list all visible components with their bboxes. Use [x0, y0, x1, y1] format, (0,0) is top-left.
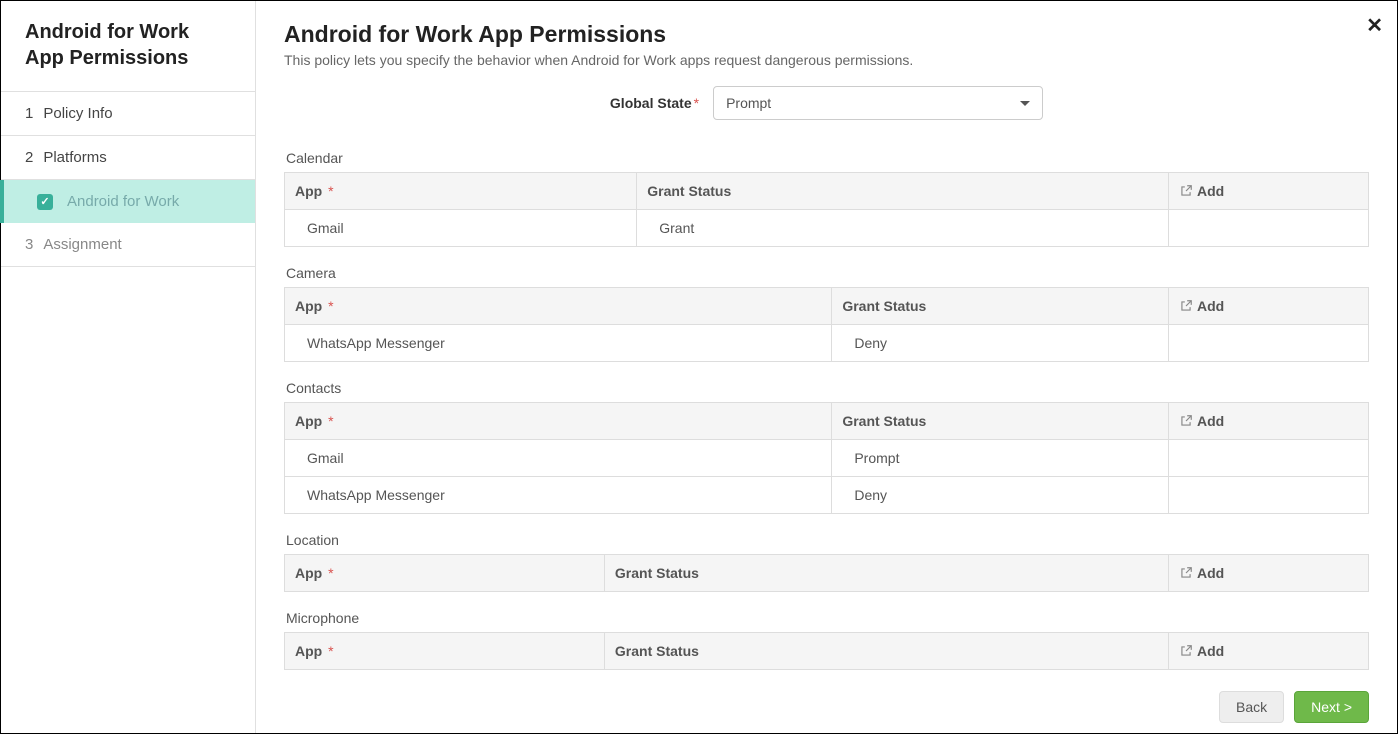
- back-button[interactable]: Back: [1219, 691, 1284, 723]
- column-header-grant-status: Grant Status: [604, 555, 1168, 592]
- column-header-grant-status: Grant Status: [604, 633, 1168, 670]
- check-icon: ✓: [37, 194, 53, 210]
- add-label: Add: [1197, 298, 1224, 314]
- column-header-app-text: App: [295, 298, 322, 314]
- cell-app: WhatsApp Messenger: [285, 477, 832, 514]
- required-asterisk: *: [328, 298, 333, 314]
- add-icon: [1179, 184, 1193, 198]
- sidebar-subitem-label: Android for Work: [67, 193, 179, 210]
- cell-app: WhatsApp Messenger: [285, 325, 832, 362]
- add-button[interactable]: Add: [1169, 633, 1369, 670]
- cell-action: [1169, 325, 1369, 362]
- column-header-app-text: App: [295, 183, 322, 199]
- column-header-app: App *: [285, 555, 605, 592]
- table-row[interactable]: GmailGrant: [285, 210, 1369, 247]
- page-title: Android for Work App Permissions: [284, 21, 1369, 48]
- sidebar-item-num: 1: [25, 105, 33, 122]
- global-state-label: Global State*: [610, 95, 699, 111]
- sidebar-item-policy-info[interactable]: 1 Policy Info: [1, 92, 255, 136]
- cell-grant-status: Deny: [832, 325, 1169, 362]
- cell-action: [1169, 477, 1369, 514]
- section-title: Microphone: [286, 610, 1369, 626]
- add-icon: [1179, 299, 1193, 313]
- sidebar-subitem-android-for-work[interactable]: ✓ Android for Work: [1, 180, 255, 223]
- required-asterisk: *: [328, 183, 333, 199]
- column-header-grant-status: Grant Status: [832, 403, 1169, 440]
- add-icon: [1179, 414, 1193, 428]
- sidebar-title: Android for Work App Permissions: [25, 19, 231, 71]
- column-header-app-text: App: [295, 643, 322, 659]
- cell-grant-status: Deny: [832, 477, 1169, 514]
- sidebar-item-label: Assignment: [43, 236, 121, 253]
- required-asterisk: *: [328, 565, 333, 581]
- required-asterisk: *: [328, 413, 333, 429]
- cell-action: [1169, 440, 1369, 477]
- global-state-row: Global State* Prompt: [284, 86, 1369, 120]
- add-button[interactable]: Add: [1169, 403, 1369, 440]
- add-button[interactable]: Add: [1169, 173, 1369, 210]
- permission-table: App *Grant StatusAdd: [284, 554, 1369, 592]
- add-button[interactable]: Add: [1169, 555, 1369, 592]
- required-asterisk: *: [694, 95, 699, 111]
- section-title: Location: [286, 532, 1369, 548]
- table-row[interactable]: WhatsApp MessengerDeny: [285, 477, 1369, 514]
- page-description: This policy lets you specify the behavio…: [284, 52, 1369, 68]
- add-label: Add: [1197, 643, 1224, 659]
- global-state-value: Prompt: [726, 95, 771, 111]
- column-header-app: App *: [285, 288, 832, 325]
- global-state-select[interactable]: Prompt: [713, 86, 1043, 120]
- sidebar-item-num: 3: [25, 236, 33, 253]
- cell-grant-status: Prompt: [832, 440, 1169, 477]
- column-header-grant-status: Grant Status: [637, 173, 1169, 210]
- add-label: Add: [1197, 413, 1224, 429]
- chevron-down-icon: [1020, 101, 1030, 106]
- add-label: Add: [1197, 183, 1224, 199]
- permission-table: App *Grant StatusAddGmailGrant: [284, 172, 1369, 247]
- permission-sections: CalendarApp *Grant StatusAddGmailGrantCa…: [284, 142, 1369, 681]
- next-button[interactable]: Next >: [1294, 691, 1369, 723]
- add-icon: [1179, 566, 1193, 580]
- section-title: Contacts: [286, 380, 1369, 396]
- table-row[interactable]: GmailPrompt: [285, 440, 1369, 477]
- sidebar: Android for Work App Permissions 1 Polic…: [1, 1, 256, 733]
- footer-buttons: Back Next >: [284, 681, 1369, 723]
- sidebar-item-label: Platforms: [43, 149, 106, 166]
- table-row[interactable]: WhatsApp MessengerDeny: [285, 325, 1369, 362]
- add-icon: [1179, 644, 1193, 658]
- cell-app: Gmail: [285, 440, 832, 477]
- add-label: Add: [1197, 565, 1224, 581]
- permission-table: App *Grant StatusAdd: [284, 632, 1369, 670]
- required-asterisk: *: [328, 643, 333, 659]
- global-state-label-text: Global State: [610, 95, 692, 111]
- permission-table: App *Grant StatusAddWhatsApp MessengerDe…: [284, 287, 1369, 362]
- column-header-app-text: App: [295, 565, 322, 581]
- cell-grant-status: Grant: [637, 210, 1169, 247]
- sidebar-item-num: 2: [25, 149, 33, 166]
- sidebar-item-assignment[interactable]: 3 Assignment: [1, 223, 255, 267]
- column-header-app: App *: [285, 633, 605, 670]
- permission-table: App *Grant StatusAddGmailPromptWhatsApp …: [284, 402, 1369, 514]
- sidebar-item-platforms[interactable]: 2 Platforms: [1, 136, 255, 180]
- sidebar-item-label: Policy Info: [43, 105, 112, 122]
- column-header-app: App *: [285, 403, 832, 440]
- add-button[interactable]: Add: [1169, 288, 1369, 325]
- close-button[interactable]: ✕: [1366, 13, 1383, 38]
- cell-app: Gmail: [285, 210, 637, 247]
- column-header-grant-status: Grant Status: [832, 288, 1169, 325]
- section-title: Camera: [286, 265, 1369, 281]
- cell-action: [1169, 210, 1369, 247]
- column-header-app: App *: [285, 173, 637, 210]
- section-title: Calendar: [286, 150, 1369, 166]
- sidebar-header: Android for Work App Permissions: [1, 1, 255, 92]
- column-header-app-text: App: [295, 413, 322, 429]
- main-panel: ✕ Android for Work App Permissions This …: [256, 1, 1397, 733]
